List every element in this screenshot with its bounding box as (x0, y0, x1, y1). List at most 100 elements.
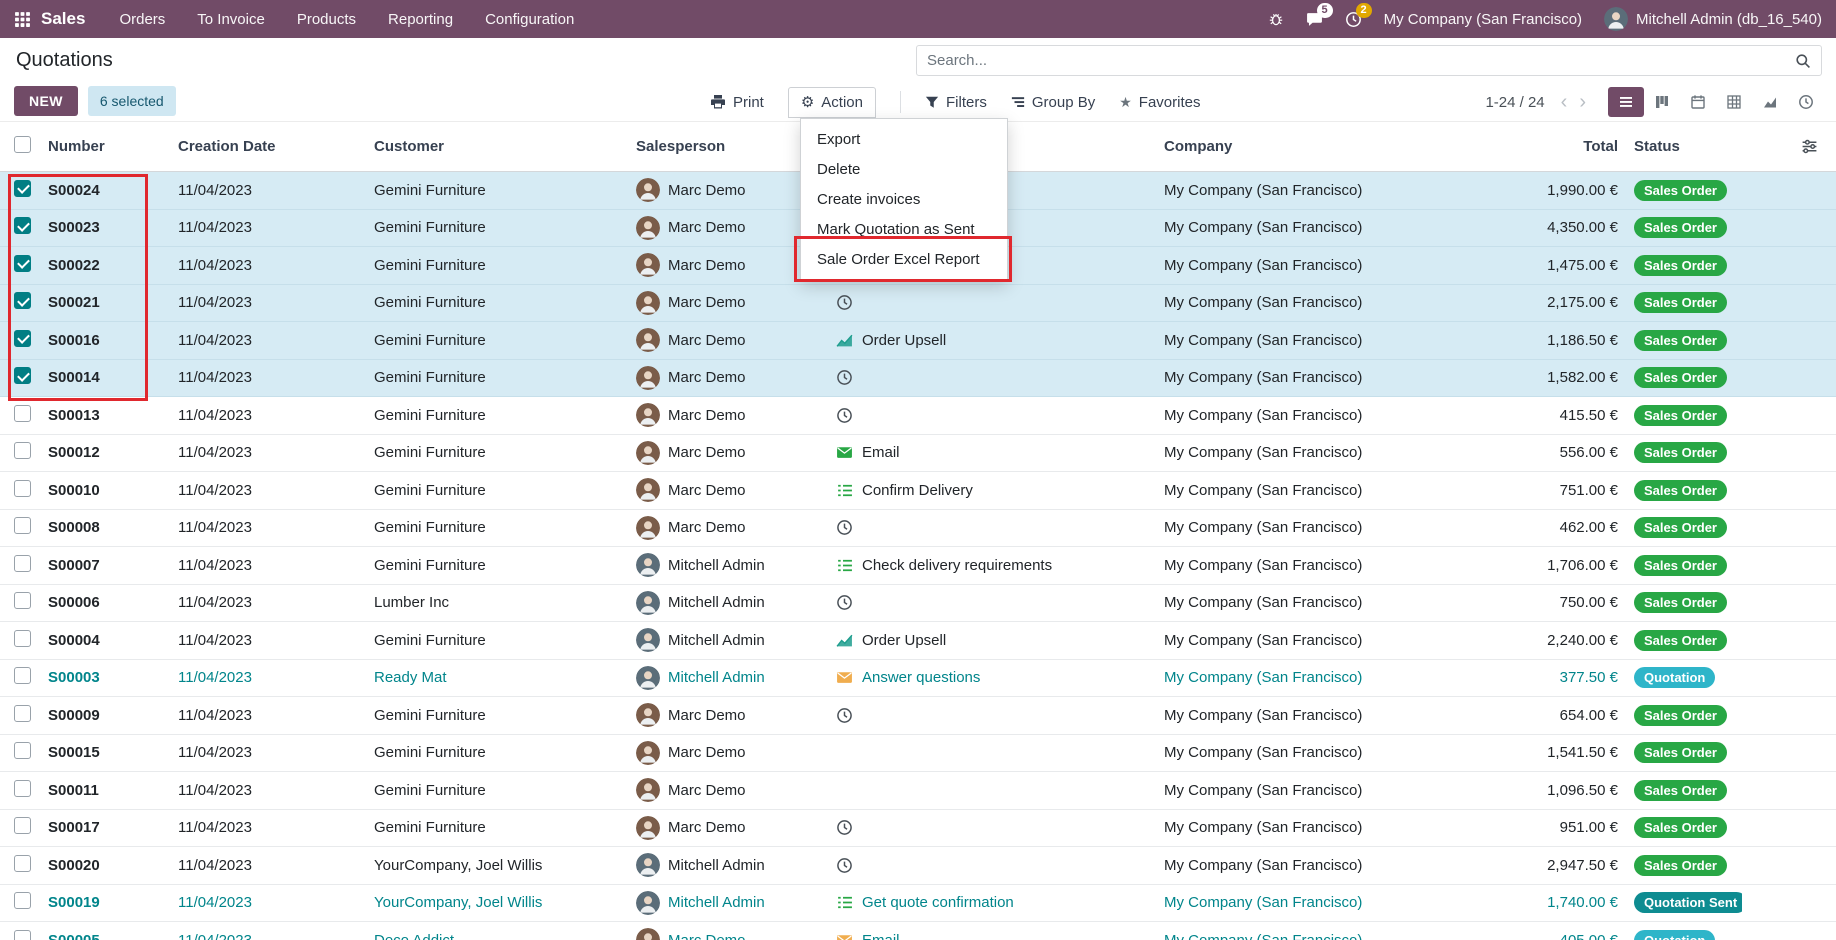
row-checkbox[interactable] (14, 592, 31, 609)
column-header-creation-date[interactable]: Creation Date (178, 138, 374, 155)
column-settings-icon[interactable] (1801, 138, 1818, 155)
view-switch-list[interactable] (1608, 87, 1644, 117)
table-row-s00019[interactable]: S00019 11/04/2023 YourCompany, Joel Will… (0, 885, 1836, 923)
topbar-menu-orders[interactable]: Orders (119, 11, 165, 28)
clock-icon[interactable] (836, 407, 853, 424)
row-checkbox[interactable] (14, 480, 31, 497)
clock-icon[interactable] (836, 369, 853, 386)
email-icon[interactable] (836, 932, 853, 940)
activity-view-icon (1798, 94, 1814, 110)
row-salesperson: Marc Demo (668, 369, 746, 386)
table-row-s00017[interactable]: S00017 11/04/2023 Gemini Furniture Marc … (0, 810, 1836, 848)
app-name[interactable]: Sales (41, 9, 85, 29)
tasks-icon[interactable] (836, 482, 853, 499)
apps-grid-icon[interactable] (14, 11, 31, 28)
table-row-s00010[interactable]: S00010 11/04/2023 Gemini Furniture Marc … (0, 472, 1836, 510)
table-row-s00012[interactable]: S00012 11/04/2023 Gemini Furniture Marc … (0, 435, 1836, 473)
group-by-button[interactable]: Group By (1011, 94, 1095, 111)
search-icon[interactable] (1795, 53, 1811, 69)
messages-icon[interactable]: 5 (1306, 11, 1323, 28)
column-header-total[interactable]: Total (1482, 138, 1626, 155)
row-status-cell: Sales Order (1626, 217, 1742, 238)
row-checkbox[interactable] (14, 892, 31, 909)
view-switch-calendar[interactable] (1680, 87, 1716, 117)
row-checkbox[interactable] (14, 180, 31, 197)
table-row-s00016[interactable]: S00016 11/04/2023 Gemini Furniture Marc … (0, 322, 1836, 360)
row-checkbox[interactable] (14, 330, 31, 347)
topbar-menu-reporting[interactable]: Reporting (388, 11, 453, 28)
column-header-number[interactable]: Number (48, 138, 178, 155)
pager-next-icon[interactable]: › (1573, 92, 1592, 112)
topbar-company-switcher[interactable]: My Company (San Francisco) (1384, 11, 1582, 28)
table-row-s00004[interactable]: S00004 11/04/2023 Gemini Furniture Mitch… (0, 622, 1836, 660)
clock-icon[interactable] (836, 857, 853, 874)
action-button[interactable]: ⚙ Action (788, 87, 876, 118)
view-switch-kanban[interactable] (1644, 87, 1680, 117)
row-checkbox[interactable] (14, 667, 31, 684)
action-menu-item-create-invoices[interactable]: Create invoices (801, 184, 1007, 214)
clock-icon[interactable] (836, 707, 853, 724)
user-menu[interactable]: Mitchell Admin (db_16_540) (1604, 7, 1822, 31)
table-row-s00014[interactable]: S00014 11/04/2023 Gemini Furniture Marc … (0, 360, 1836, 398)
row-checkbox[interactable] (14, 705, 31, 722)
row-checkbox[interactable] (14, 405, 31, 422)
action-menu-item-mark-quotation-as-sent[interactable]: Mark Quotation as Sent (801, 214, 1007, 244)
clock-icon[interactable] (836, 819, 853, 836)
table-row-s00015[interactable]: S00015 11/04/2023 Gemini Furniture Marc … (0, 735, 1836, 773)
tasks-icon[interactable] (836, 894, 853, 911)
row-checkbox[interactable] (14, 780, 31, 797)
row-checkbox[interactable] (14, 630, 31, 647)
chart-icon[interactable] (836, 332, 853, 349)
print-button[interactable]: Print (710, 94, 764, 111)
action-menu-item-delete[interactable]: Delete (801, 154, 1007, 184)
search-bar[interactable] (916, 45, 1822, 76)
table-row-s00013[interactable]: S00013 11/04/2023 Gemini Furniture Marc … (0, 397, 1836, 435)
debug-bug-icon[interactable] (1268, 11, 1284, 27)
row-checkbox[interactable] (14, 217, 31, 234)
column-header-status[interactable]: Status (1626, 138, 1742, 155)
view-switch-pivot[interactable] (1716, 87, 1752, 117)
view-switch-activity[interactable] (1788, 87, 1824, 117)
action-menu-item-export[interactable]: Export (801, 124, 1007, 154)
row-checkbox[interactable] (14, 367, 31, 384)
table-row-s00003[interactable]: S00003 11/04/2023 Ready Mat Mitchell Adm… (0, 660, 1836, 698)
row-checkbox[interactable] (14, 442, 31, 459)
search-input[interactable] (927, 52, 1795, 69)
activities-clock-icon[interactable]: 2 (1345, 11, 1362, 28)
clock-icon[interactable] (836, 519, 853, 536)
tasks-icon[interactable] (836, 557, 853, 574)
row-checkbox[interactable] (14, 855, 31, 872)
pager-previous-icon[interactable]: ‹ (1555, 92, 1574, 112)
chart-icon[interactable] (836, 632, 853, 649)
email-icon[interactable] (836, 669, 853, 686)
table-row-s00009[interactable]: S00009 11/04/2023 Gemini Furniture Marc … (0, 697, 1836, 735)
new-button[interactable]: NEW (14, 86, 78, 116)
row-checkbox[interactable] (14, 517, 31, 534)
row-checkbox[interactable] (14, 930, 31, 940)
table-row-s00021[interactable]: S00021 11/04/2023 Gemini Furniture Marc … (0, 285, 1836, 323)
action-menu-item-sale-order-excel-report[interactable]: Sale Order Excel Report (801, 244, 1007, 274)
table-row-s00007[interactable]: S00007 11/04/2023 Gemini Furniture Mitch… (0, 547, 1836, 585)
topbar-menu-products[interactable]: Products (297, 11, 356, 28)
row-checkbox[interactable] (14, 742, 31, 759)
row-checkbox[interactable] (14, 817, 31, 834)
table-row-s00008[interactable]: S00008 11/04/2023 Gemini Furniture Marc … (0, 510, 1836, 548)
filters-button[interactable]: Filters (925, 94, 987, 111)
row-checkbox[interactable] (14, 255, 31, 272)
row-checkbox[interactable] (14, 555, 31, 572)
column-header-company[interactable]: Company (1164, 138, 1482, 155)
email-icon[interactable] (836, 444, 853, 461)
table-row-s00011[interactable]: S00011 11/04/2023 Gemini Furniture Marc … (0, 772, 1836, 810)
row-checkbox[interactable] (14, 292, 31, 309)
view-switch-graph[interactable] (1752, 87, 1788, 117)
table-row-s00020[interactable]: S00020 11/04/2023 YourCompany, Joel Will… (0, 847, 1836, 885)
topbar-menu-configuration[interactable]: Configuration (485, 11, 574, 28)
table-row-s00006[interactable]: S00006 11/04/2023 Lumber Inc Mitchell Ad… (0, 585, 1836, 623)
column-header-customer[interactable]: Customer (374, 138, 636, 155)
clock-icon[interactable] (836, 594, 853, 611)
table-row-s00005[interactable]: S00005 11/04/2023 Deco Addict Marc Demo … (0, 922, 1836, 940)
clock-icon[interactable] (836, 294, 853, 311)
topbar-menu-to-invoice[interactable]: To Invoice (197, 11, 265, 28)
favorites-button[interactable]: ★ Favorites (1119, 94, 1200, 111)
select-all-checkbox[interactable] (14, 136, 31, 153)
